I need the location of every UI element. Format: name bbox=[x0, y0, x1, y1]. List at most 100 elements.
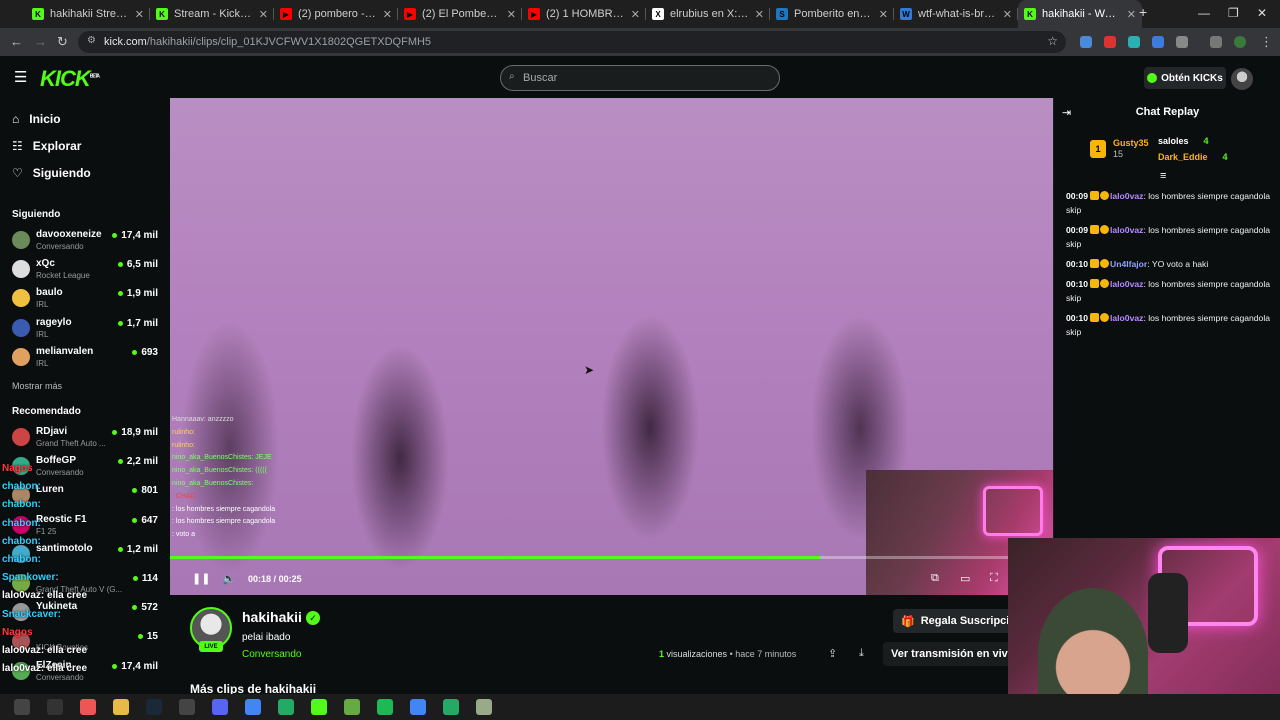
address-bar: ← → ↻ ⚙ kick.com/hakihakii/clips/clip_01… bbox=[0, 28, 1280, 56]
search-input[interactable]: ⌕ Buscar bbox=[500, 65, 780, 91]
tab-close-icon[interactable]: ✕ bbox=[631, 8, 640, 21]
discord-icon[interactable] bbox=[212, 699, 228, 715]
tab-close-icon[interactable]: ✕ bbox=[1127, 8, 1136, 21]
nav-link-explorar[interactable]: ☷ Explorar bbox=[12, 139, 81, 153]
theater-mode-icon[interactable]: ▭ bbox=[960, 572, 970, 585]
picture-in-picture-icon[interactable]: ⧉ bbox=[931, 572, 939, 585]
sidebar-channel[interactable]: rageylo IRL 1,7 mil bbox=[12, 317, 162, 343]
game-icon[interactable] bbox=[476, 699, 492, 715]
browser-tab[interactable]: ▶ (2) El Pombero: ¿Qu ✕ bbox=[398, 0, 522, 28]
extension-icon[interactable] bbox=[1104, 36, 1116, 48]
browser-tab[interactable]: Khakihakii Stream - W ✕ bbox=[26, 0, 150, 28]
chat-message: 00:10 lalo0vaz: los hombres siempre cagan… bbox=[1066, 279, 1271, 303]
streamer-name[interactable]: hakihakii bbox=[242, 609, 302, 625]
browser-menu-icon[interactable]: ⋮ bbox=[1260, 34, 1273, 50]
leaderboard-name: Dark_Eddie bbox=[1158, 152, 1208, 162]
extensions-puzzle-icon[interactable] bbox=[1176, 36, 1188, 48]
channel-name: melianvalen bbox=[36, 345, 94, 357]
channel-category: Conversando bbox=[36, 242, 84, 251]
file-explorer-icon[interactable] bbox=[113, 699, 129, 715]
browser-tab[interactable]: Xelrubius en X: "Miles ✕ bbox=[646, 0, 770, 28]
nav-link-siguiendo[interactable]: ♡ Siguiendo bbox=[12, 166, 91, 180]
browser-tab[interactable]: S Pomberito en Steam ✕ bbox=[770, 0, 894, 28]
channel-category: Rocket League bbox=[36, 271, 90, 281]
maximize-icon[interactable]: ❐ bbox=[1228, 6, 1239, 20]
windows-start-icon[interactable] bbox=[14, 699, 30, 715]
expand-leaderboard-icon[interactable]: ≡ bbox=[1160, 170, 1166, 182]
chat-timestamp: 00:09 bbox=[1066, 225, 1088, 235]
ccleaner-alt-icon[interactable] bbox=[443, 699, 459, 715]
leaderboard-entry[interactable]: Gusty35 15 bbox=[1113, 138, 1149, 159]
tab-close-icon[interactable]: ✕ bbox=[1003, 8, 1012, 21]
browser-tab[interactable]: ▶ (2) 1 HOMBRE VS 6 M ✕ bbox=[522, 0, 646, 28]
tab-close-icon[interactable]: ✕ bbox=[879, 8, 888, 21]
sidebar-channel[interactable]: baulo IRL 1,9 mil bbox=[12, 287, 162, 313]
share-icon[interactable]: ⇪ bbox=[828, 647, 837, 660]
sidebar-channel[interactable]: davooxeneize Conversando 17,4 mil bbox=[12, 229, 162, 255]
sidebar-channel[interactable]: RDjavi Grand Theft Auto ... 18,9 mil bbox=[12, 426, 162, 452]
tab-close-icon[interactable]: ✕ bbox=[507, 8, 516, 21]
tab-close-icon[interactable]: ✕ bbox=[383, 8, 392, 21]
chrome-icon[interactable] bbox=[245, 699, 261, 715]
leaderboard-entry[interactable]: saloles 4 bbox=[1158, 136, 1209, 146]
tab-close-icon[interactable]: ✕ bbox=[259, 8, 268, 21]
leaderboard-entry[interactable]: Dark_Eddie 4 bbox=[1158, 152, 1228, 162]
kick-logo[interactable]: KICKBETA bbox=[40, 66, 100, 92]
nav-link-inicio[interactable]: ⌂ Inicio bbox=[12, 112, 61, 126]
chat-username[interactable]: lalo0vaz bbox=[1110, 191, 1143, 201]
new-tab-icon[interactable]: + bbox=[1139, 4, 1147, 20]
clip-category[interactable]: Conversando bbox=[242, 649, 301, 660]
reading-list-icon[interactable] bbox=[1210, 36, 1222, 48]
fullscreen-icon[interactable]: ⛶ bbox=[990, 572, 998, 585]
chat-username[interactable]: lalo0vaz bbox=[1110, 279, 1143, 289]
browser-tab[interactable]: Khakihakii - Watch ✕ bbox=[1018, 0, 1142, 28]
hamburger-menu-icon[interactable]: ☰ bbox=[14, 68, 27, 86]
back-icon[interactable]: ← bbox=[10, 34, 23, 49]
compass-icon: ☷ bbox=[12, 139, 23, 153]
side-chat-line: Nagos bbox=[2, 626, 33, 638]
steam-icon[interactable] bbox=[146, 699, 162, 715]
obs-icon[interactable] bbox=[47, 699, 63, 715]
chat-username[interactable]: lalo0vaz bbox=[1110, 225, 1143, 235]
kick-app-icon[interactable] bbox=[311, 699, 327, 715]
reload-icon[interactable]: ↻ bbox=[57, 34, 68, 50]
profile-icon[interactable] bbox=[1234, 36, 1246, 48]
browser-tab[interactable]: ▶ (2) pombero - YouTu ✕ bbox=[274, 0, 398, 28]
spotify-icon[interactable] bbox=[377, 699, 393, 715]
sidebar-channel[interactable]: xQc Rocket League 6,5 mil bbox=[12, 258, 162, 284]
ccleaner-icon[interactable] bbox=[278, 699, 294, 715]
chat-username[interactable]: lalo0vaz bbox=[1110, 313, 1143, 323]
extension-icon[interactable] bbox=[1080, 36, 1092, 48]
chrome-active-icon[interactable] bbox=[410, 699, 426, 715]
brave-icon[interactable] bbox=[80, 699, 96, 715]
minecraft-icon[interactable] bbox=[344, 699, 360, 715]
url-field[interactable]: ⚙ kick.com/hakihakii/clips/clip_01KJVCFW… bbox=[78, 31, 1066, 53]
chat-username[interactable]: Un4lfajor bbox=[1110, 259, 1147, 269]
volume-icon[interactable]: 🔈 bbox=[222, 572, 236, 585]
url-host: kick.com bbox=[104, 36, 147, 48]
close-window-icon[interactable]: ✕ bbox=[1257, 6, 1267, 20]
bookmark-star-icon[interactable]: ☆ bbox=[1047, 34, 1058, 48]
extension-icon[interactable] bbox=[1128, 36, 1140, 48]
site-info-icon[interactable]: ⚙ bbox=[87, 35, 96, 46]
channel-category: Grand Theft Auto ... bbox=[36, 439, 106, 448]
browser-tab[interactable]: K Stream - Kick Dashbo ✕ bbox=[150, 0, 274, 28]
sidebar-channel[interactable]: melianvalen IRL 693 bbox=[12, 346, 162, 372]
download-icon[interactable]: ⤓ bbox=[859, 647, 864, 660]
chat-replay-title: Chat Replay bbox=[1135, 106, 1200, 118]
video-progress-bar[interactable] bbox=[170, 556, 1053, 559]
gift-sub-label: Regala Suscripcio bbox=[920, 615, 1017, 627]
pause-icon[interactable]: ❚❚ bbox=[192, 572, 210, 585]
get-kicks-button[interactable]: Obtén KICKs bbox=[1144, 67, 1226, 89]
browser-tab[interactable]: Wwtf-what-is-bro-wag ✕ bbox=[894, 0, 1018, 28]
obs-studio-icon[interactable] bbox=[179, 699, 195, 715]
extension-icon[interactable] bbox=[1152, 36, 1164, 48]
show-more-link[interactable]: Mostrar más bbox=[12, 381, 62, 391]
forward-icon[interactable]: → bbox=[34, 34, 47, 49]
user-avatar[interactable] bbox=[1231, 68, 1253, 90]
video-player[interactable]: Hannaaav: anzzzzo rulinho: rulinho: nino_ak… bbox=[170, 98, 1053, 595]
tab-title: Stream - Kick Dashbo bbox=[174, 8, 253, 20]
tab-close-icon[interactable]: ✕ bbox=[135, 8, 144, 21]
minimize-icon[interactable]: — bbox=[1198, 6, 1210, 20]
tab-close-icon[interactable]: ✕ bbox=[755, 8, 764, 21]
